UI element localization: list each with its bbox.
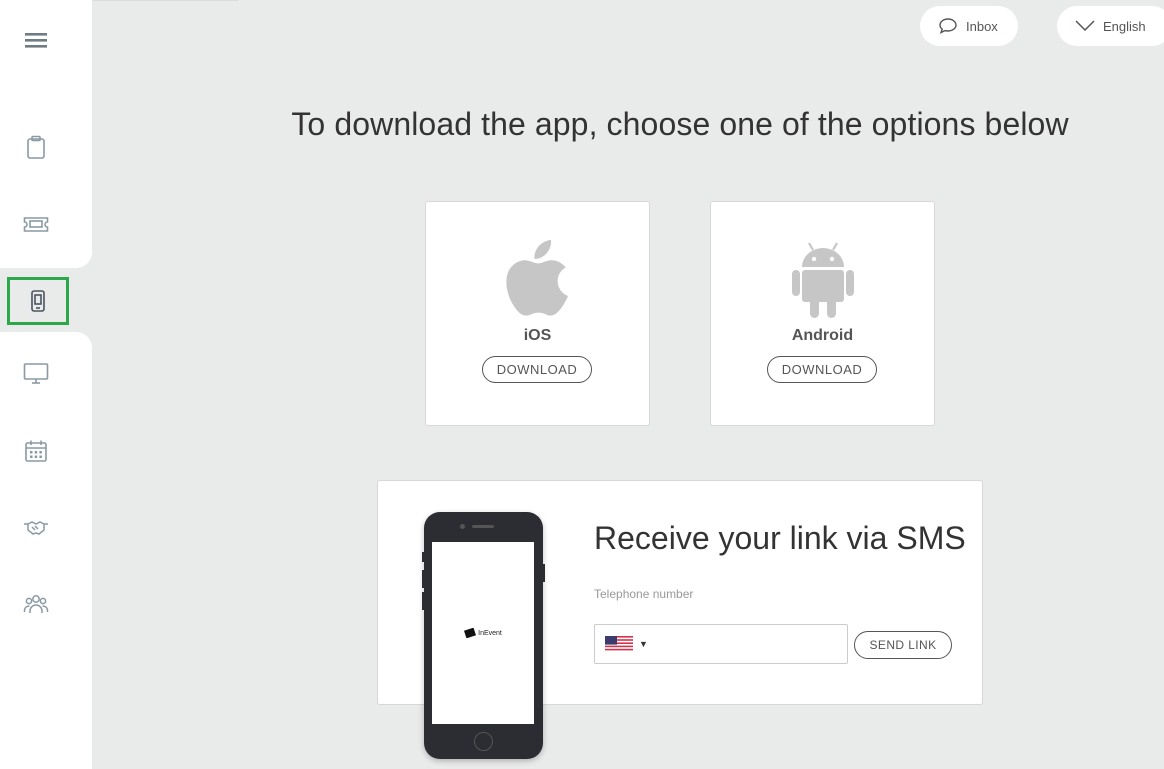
- inevent-logo-icon: [464, 628, 477, 638]
- monitor-icon: [23, 363, 49, 384]
- phone-side-button: [543, 564, 545, 582]
- inbox-label: Inbox: [966, 18, 998, 34]
- people-icon: [23, 595, 49, 613]
- apple-icon: [505, 240, 568, 316]
- sidebar-item-monitor[interactable]: [11, 353, 61, 393]
- ios-label: iOS: [523, 327, 552, 344]
- language-label: English: [1103, 18, 1146, 34]
- android-label: Android: [791, 327, 854, 344]
- phone-screen: InEvent: [432, 542, 534, 724]
- telephone-input[interactable]: [655, 626, 847, 662]
- handshake-icon: [24, 521, 48, 535]
- sidebar-bottom: [0, 332, 92, 769]
- ios-download-button[interactable]: DOWNLOAD: [482, 356, 592, 383]
- page-title: To download the app, choose one of the o…: [291, 106, 1069, 142]
- telephone-label: Telephone number: [594, 587, 694, 601]
- android-download-button[interactable]: DOWNLOAD: [767, 356, 877, 383]
- sidebar-item-mobile-app[interactable]: [7, 277, 69, 325]
- phone-side-button: [422, 570, 424, 588]
- brand-name: InEvent: [478, 629, 502, 637]
- telephone-field: ▼: [594, 624, 848, 664]
- country-dropdown-caret[interactable]: ▼: [639, 639, 648, 649]
- chevron-down-icon: [1075, 20, 1095, 32]
- brand-logo: InEvent: [464, 628, 502, 638]
- top-divider: [92, 0, 238, 1]
- sidebar-item-clipboard[interactable]: [11, 127, 61, 167]
- menu-button[interactable]: [13, 20, 59, 60]
- calendar-icon: [25, 440, 47, 462]
- sms-title: Receive your link via SMS: [594, 520, 966, 556]
- mobile-phone-icon: [31, 290, 45, 312]
- phone-speaker: [472, 525, 494, 528]
- ios-card: iOS DOWNLOAD: [425, 201, 650, 426]
- android-card: Android DOWNLOAD: [710, 201, 935, 426]
- send-link-button[interactable]: SEND LINK: [854, 631, 952, 659]
- menu-icon: [25, 33, 47, 48]
- sidebar-item-people[interactable]: [11, 584, 61, 624]
- phone-home-button: [474, 732, 493, 751]
- chat-bubble-icon: [939, 18, 957, 34]
- phone-side-button: [422, 552, 424, 562]
- android-icon: [791, 242, 854, 318]
- language-selector[interactable]: English: [1057, 6, 1164, 46]
- sidebar-item-tickets[interactable]: [11, 204, 61, 244]
- phone-mockup: InEvent: [422, 512, 545, 759]
- sidebar-item-networking[interactable]: [11, 507, 61, 547]
- inbox-button[interactable]: Inbox: [920, 6, 1018, 46]
- clipboard-icon: [27, 135, 45, 159]
- sidebar-item-calendar[interactable]: [11, 431, 61, 471]
- ticket-icon: [23, 217, 49, 232]
- phone-camera: [460, 524, 465, 529]
- phone-side-button: [422, 592, 424, 610]
- us-flag-icon[interactable]: [605, 636, 633, 652]
